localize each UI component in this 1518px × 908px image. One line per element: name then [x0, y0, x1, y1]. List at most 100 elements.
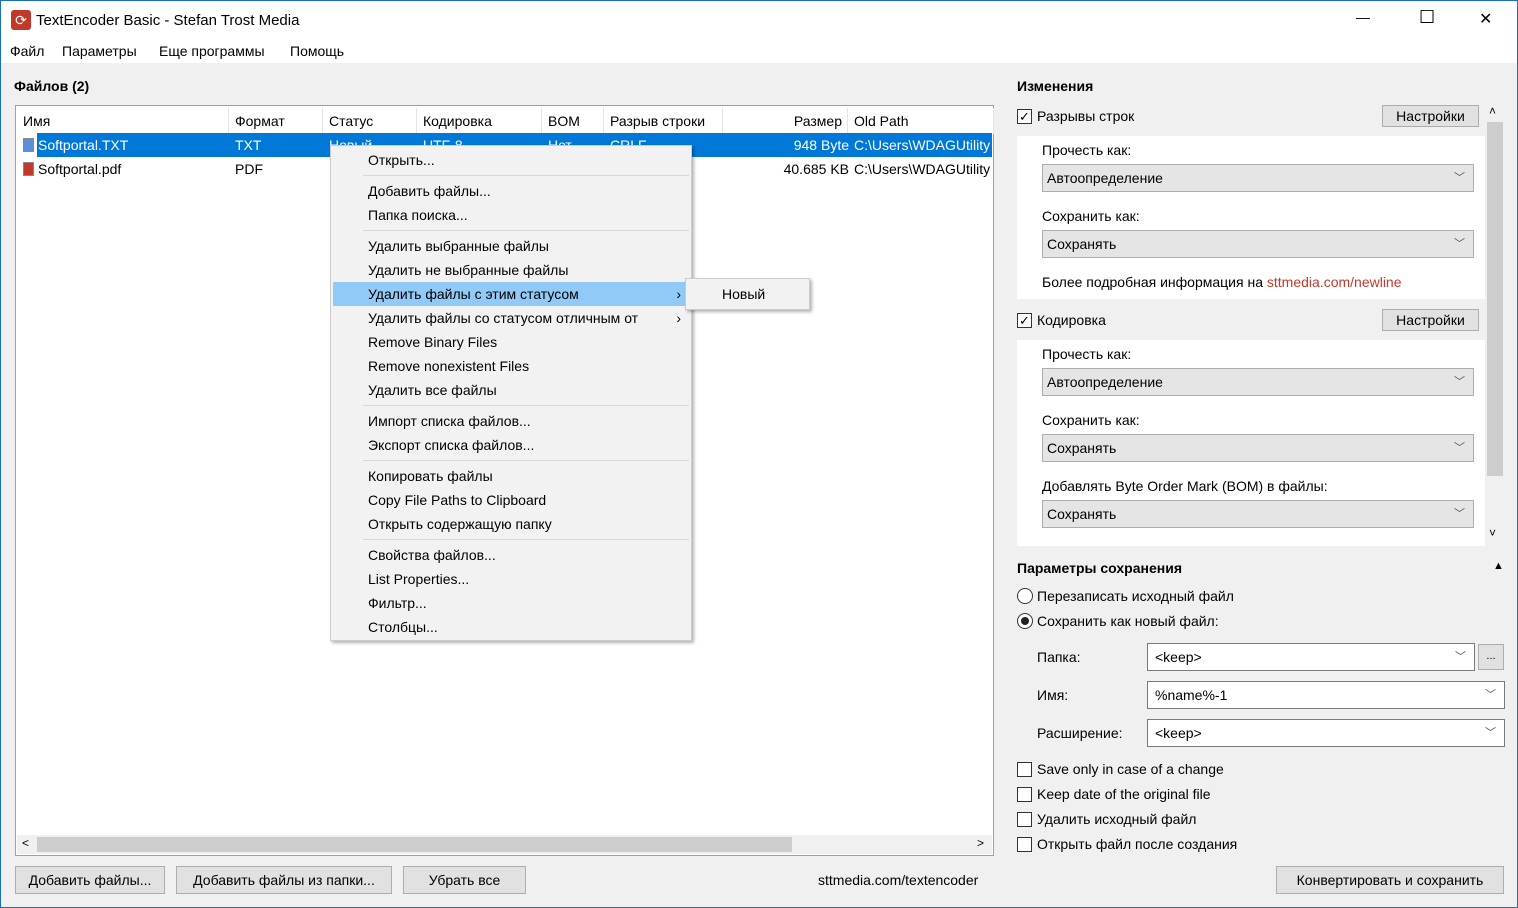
encoding-checkbox[interactable]: ✓: [1017, 313, 1032, 328]
chevron-down-icon: ﹀: [1454, 172, 1465, 184]
add-folder-button[interactable]: Добавить файлы из папки...: [176, 866, 392, 894]
column-header[interactable]: Old Path: [848, 108, 994, 134]
menu-item[interactable]: Remove nonexistent Files: [333, 354, 689, 378]
remove-all-button[interactable]: Убрать все: [403, 866, 526, 894]
menu-separator: [363, 539, 689, 540]
menu-item[interactable]: Фильтр...: [333, 591, 689, 615]
changes-title: Изменения: [1017, 78, 1094, 94]
changes-scrollbar[interactable]: ˄ ˅: [1486, 104, 1503, 546]
menu-item[interactable]: Столбцы...: [333, 615, 689, 639]
scroll-right-icon[interactable]: >: [977, 836, 984, 850]
menu-item[interactable]: Свойства файлов...: [333, 543, 689, 567]
lb-read-value: Автоопределение: [1047, 170, 1163, 186]
column-header[interactable]: BOM: [542, 108, 604, 134]
column-header[interactable]: Разрыв строки: [604, 108, 723, 134]
save-new-radio[interactable]: [1017, 613, 1033, 629]
menu-more-programs[interactable]: Еще программы: [159, 43, 265, 59]
linebreaks-label: Разрывы строк: [1037, 108, 1135, 124]
chevron-down-icon: ﹀: [1454, 442, 1465, 454]
chevron-down-icon: ﹀: [1455, 651, 1466, 663]
menu-item[interactable]: Copy File Paths to Clipboard: [333, 488, 689, 512]
menu-item[interactable]: Удалить выбранные файлы: [333, 234, 689, 258]
scroll-thumb[interactable]: [37, 837, 792, 852]
name-combo[interactable]: %name%-1 ﹀: [1147, 681, 1505, 709]
cell-size: 948 Byte: [729, 133, 854, 157]
option-label: Удалить исходный файл: [1037, 811, 1197, 827]
menu-item[interactable]: List Properties...: [333, 567, 689, 591]
name-label: Имя:: [1037, 687, 1069, 703]
add-files-button[interactable]: Добавить файлы...: [15, 866, 165, 894]
save-options-title: Параметры сохранения: [1017, 560, 1182, 576]
enc-read-label: Прочесть как:: [1042, 346, 1132, 362]
overwrite-radio[interactable]: [1017, 588, 1033, 604]
scroll-thumb[interactable]: [1487, 122, 1503, 476]
menu-item[interactable]: Удалить не выбранные файлы: [333, 258, 689, 282]
option-checkbox[interactable]: [1017, 787, 1032, 802]
lb-info-text: Более подробная информация на: [1042, 274, 1263, 290]
pdf-file-icon: [23, 162, 34, 176]
menu-item[interactable]: Папка поиска...: [333, 203, 689, 227]
column-header[interactable]: Формат: [229, 108, 323, 134]
cell-format: PDF: [235, 161, 263, 177]
extension-label: Расширение:: [1037, 725, 1123, 741]
submenu-item-new[interactable]: Новый: [685, 278, 810, 310]
app-logo-icon: ⟳: [11, 10, 31, 30]
column-header[interactable]: Кодировка: [417, 108, 542, 134]
chevron-down-icon: ﹀: [1485, 727, 1496, 739]
enc-save-select[interactable]: Сохранять ﹀: [1042, 434, 1474, 462]
option-label: Save only in case of a change: [1037, 761, 1224, 777]
website-link[interactable]: sttmedia.com/textencoder: [818, 872, 978, 888]
column-header[interactable]: Имя: [17, 108, 229, 134]
option-checkbox[interactable]: [1017, 837, 1032, 852]
menu-item[interactable]: Открыть...: [333, 148, 689, 172]
menu-separator: [363, 405, 689, 406]
close-button[interactable]: ✕: [1479, 9, 1492, 29]
menu-item[interactable]: Удалить файлы со статусом отличным от ›: [333, 306, 689, 330]
menu-item[interactable]: Remove Binary Files: [333, 330, 689, 354]
horizontal-scrollbar[interactable]: < >: [17, 835, 992, 854]
menu-separator: [363, 175, 689, 176]
chevron-down-icon: ﹀: [1454, 238, 1465, 250]
enc-read-select[interactable]: Автоопределение ﹀: [1042, 368, 1474, 396]
browse-folder-button[interactable]: ...: [1478, 644, 1504, 670]
scroll-down-icon[interactable]: ˅: [1489, 526, 1496, 540]
menu-item[interactable]: Открыть содержащую папку: [333, 512, 689, 536]
menu-file[interactable]: Файл: [10, 43, 44, 59]
lb-read-select[interactable]: Автоопределение ﹀: [1042, 164, 1474, 192]
bom-value: Сохранять: [1047, 506, 1117, 522]
window-title: TextEncoder Basic - Stefan Trost Media: [36, 12, 300, 29]
lb-save-select[interactable]: Сохранять ﹀: [1042, 230, 1474, 258]
minimize-button[interactable]: —: [1356, 9, 1370, 25]
column-header[interactable]: Размер: [723, 108, 848, 134]
linebreaks-checkbox[interactable]: ✓: [1017, 109, 1032, 124]
chevron-down-icon: ﹀: [1454, 508, 1465, 520]
menu-item[interactable]: Экспорт списка файлов...: [333, 433, 689, 457]
newline-link[interactable]: sttmedia.com/newline: [1267, 274, 1402, 290]
extension-combo[interactable]: <keep> ﹀: [1147, 719, 1505, 747]
lb-info: Более подробная информация на sttmedia.c…: [1042, 274, 1402, 290]
menu-help[interactable]: Помощь: [290, 43, 344, 59]
menu-item[interactable]: Удалить все файлы: [333, 378, 689, 402]
menu-settings[interactable]: Параметры: [62, 43, 137, 59]
name-value: %name%-1: [1155, 687, 1228, 703]
chevron-down-icon: ﹀: [1454, 376, 1465, 388]
maximize-button[interactable]: ☐: [1419, 7, 1435, 28]
menu-item[interactable]: Копировать файлы: [333, 464, 689, 488]
menu-item[interactable]: Добавить файлы...: [333, 179, 689, 203]
context-menu: Открыть... Добавить файлы... Папка поиска.…: [330, 145, 692, 641]
encoding-settings-button[interactable]: Настройки: [1382, 309, 1479, 331]
menu-item[interactable]: Удалить файлы с этим статусом ›: [333, 282, 689, 306]
scroll-up-icon[interactable]: ˄: [1489, 104, 1496, 118]
collapse-triangle-icon[interactable]: ▲: [1493, 560, 1504, 572]
convert-save-button[interactable]: Конвертировать и сохранить: [1276, 866, 1504, 894]
folder-combo[interactable]: <keep> ﹀: [1147, 643, 1475, 671]
option-checkbox[interactable]: [1017, 812, 1032, 827]
option-checkbox[interactable]: [1017, 762, 1032, 777]
scroll-left-icon[interactable]: <: [22, 836, 29, 850]
menu-item[interactable]: Импорт списка файлов...: [333, 409, 689, 433]
menu-bar: Файл Параметры Еще программы Помощь: [1, 39, 1517, 63]
linebreaks-settings-button[interactable]: Настройки: [1382, 105, 1479, 127]
bom-select[interactable]: Сохранять ﹀: [1042, 500, 1474, 528]
column-header[interactable]: Статус: [323, 108, 417, 134]
encoding-label: Кодировка: [1037, 312, 1106, 328]
